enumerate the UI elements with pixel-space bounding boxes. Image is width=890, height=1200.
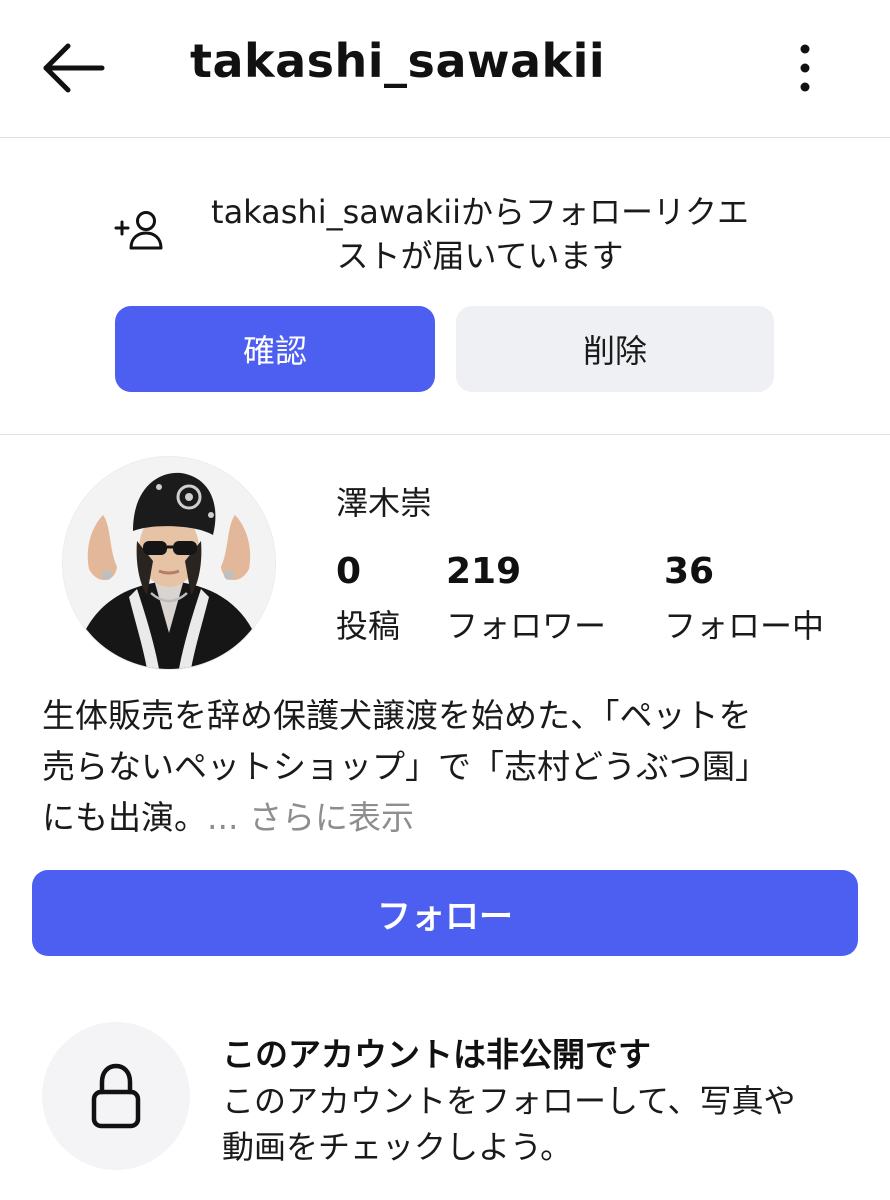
top-bar: takashi_sawakii [0,0,890,138]
stat-posts[interactable]: 0 投稿 [336,550,400,648]
delete-request-button[interactable]: 削除 [456,306,774,392]
lock-badge [42,1022,190,1170]
stat-followers-count: 219 [446,551,522,592]
stat-posts-label: 投稿 [336,607,401,645]
confirm-request-button[interactable]: 確認 [115,306,435,392]
avatar[interactable] [62,456,276,670]
stat-following-label: フォロー中 [664,607,825,645]
avatar-photo [63,457,275,669]
follow-request-section: takashi_sawakiiからフォローリクエ ストが届いています 確認 削除 [0,138,890,435]
display-name: 澤木崇 [336,484,433,522]
stat-following-count: 36 [664,551,715,592]
private-account-title: このアカウントは非公開です [222,1035,651,1074]
private-desc-line1: このアカウントをフォローして、写真や [222,1082,796,1120]
bio-line3-row: にも出演。... さらに表示 [42,792,852,843]
stat-followers[interactable]: 219 フォロワー [446,550,606,648]
bio-line3: にも出演。 [42,798,207,837]
stat-posts-count: 0 [336,551,362,592]
follow-request-message: takashi_sawakiiからフォローリクエ ストが届いています [180,190,780,278]
bio-line2: 売らないペットショップ」で「志村どうぶつ園」 [42,747,768,786]
private-account-description: このアカウントをフォローして、写真や 動画をチェックしよう。 [222,1078,862,1170]
bio-line1: 生体販売を辞め保護犬譲渡を始めた、「ペットを [42,696,752,735]
follow-request-message-line2: ストが届いています [336,237,624,275]
more-vertical-icon[interactable] [790,40,820,96]
follow-button[interactable]: フォロー [32,870,858,956]
follow-request-message-line1: takashi_sawakiiからフォローリクエ [211,193,749,231]
add-person-icon [114,211,163,250]
profile-bio: 生体販売を辞め保護犬譲渡を始めた、「ペットを 売らないペットショップ」で「志村ど… [42,690,852,843]
profile-username-title: takashi_sawakii [190,34,606,88]
show-more-link[interactable]: ... さらに表示 [207,798,414,837]
stat-following[interactable]: 36 フォロー中 [664,550,824,648]
stat-followers-label: フォロワー [446,607,607,645]
arrow-left-icon[interactable] [40,40,106,96]
lock-icon [91,1063,141,1129]
private-desc-line2: 動画をチェックしよう。 [222,1128,573,1166]
